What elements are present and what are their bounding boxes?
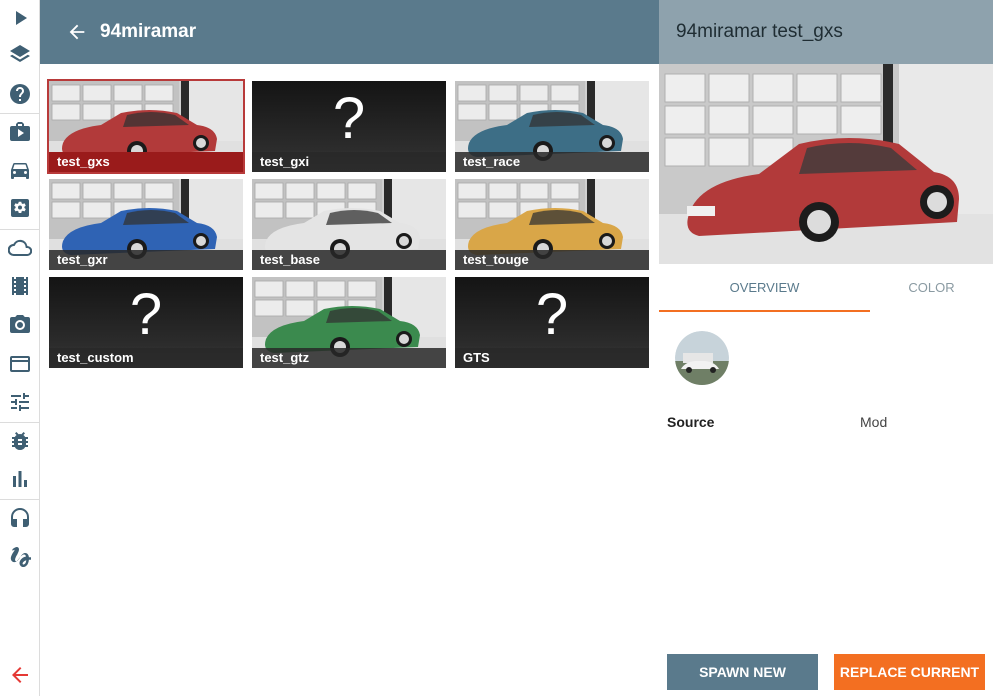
config-tile[interactable]: test_base (252, 179, 446, 270)
film-icon[interactable] (0, 268, 40, 304)
config-tile[interactable]: test_touge (455, 179, 649, 270)
config-tile-label: test_race (455, 152, 649, 172)
back-icon[interactable] (0, 657, 40, 693)
config-tile-label: test_gxr (49, 250, 243, 270)
tune-icon[interactable] (0, 384, 40, 420)
spawn-new-button[interactable]: SPAWN NEW (667, 654, 818, 690)
config-tile-label: test_base (252, 250, 446, 270)
config-tile[interactable]: ? test_gxi (252, 81, 446, 172)
config-tile-label: test_gxi (252, 152, 446, 172)
main-sidebar (0, 0, 40, 696)
config-tile[interactable]: test_gtz (252, 277, 446, 368)
window-icon[interactable] (0, 346, 40, 382)
detail-tabs: OVERVIEW COLOR (659, 264, 993, 312)
unknown-config-icon: ? (535, 282, 569, 347)
page-title: 94miramar (100, 21, 197, 42)
cloud-icon[interactable] (0, 230, 40, 266)
headphones-icon[interactable] (0, 500, 40, 536)
config-tile[interactable]: test_gxs (47, 79, 245, 174)
bug-icon[interactable] (0, 423, 40, 459)
vehicle-preview-image (659, 64, 993, 264)
scenario-icon[interactable] (0, 114, 40, 150)
config-tile-label: test_touge (455, 250, 649, 270)
play-icon[interactable] (0, 0, 40, 36)
vehicle-icon[interactable] (0, 152, 40, 188)
config-tile[interactable]: test_race (455, 81, 649, 172)
replace-current-button[interactable]: REPLACE CURRENT (834, 654, 985, 690)
config-tile-label: GTS (455, 348, 649, 368)
detail-header: 94miramar test_gxs (659, 0, 993, 64)
tab-overview[interactable]: OVERVIEW (659, 264, 870, 312)
tab-color[interactable]: COLOR (870, 264, 993, 312)
source-label: Source (667, 414, 715, 430)
config-tile-label: test_gtz (252, 348, 446, 368)
config-tile[interactable]: test_gxr (49, 179, 243, 270)
config-tile[interactable]: ? GTS (455, 277, 649, 368)
camera-icon[interactable] (0, 306, 40, 342)
unknown-config-icon: ? (129, 282, 163, 347)
source-value: Mod (860, 414, 888, 430)
mod-thumbnail (675, 331, 729, 385)
settings-icon[interactable] (0, 190, 40, 226)
config-tile-label: test_custom (49, 348, 243, 368)
detail-title: 94miramar test_gxs (676, 21, 843, 42)
gesture-icon[interactable] (0, 538, 40, 574)
back-arrow-icon[interactable] (66, 20, 90, 44)
help-icon[interactable] (0, 76, 40, 112)
page-header: 94miramar (40, 0, 659, 64)
config-tile[interactable]: ? test_custom (49, 277, 243, 368)
vehicle-config-window: 94miramar test_gxs? test_gxi test_race test… (0, 0, 993, 696)
chart-icon[interactable] (0, 461, 40, 497)
config-tile-label: test_gxs (49, 152, 243, 172)
layers-icon[interactable] (0, 37, 40, 73)
unknown-config-icon: ? (332, 86, 366, 151)
